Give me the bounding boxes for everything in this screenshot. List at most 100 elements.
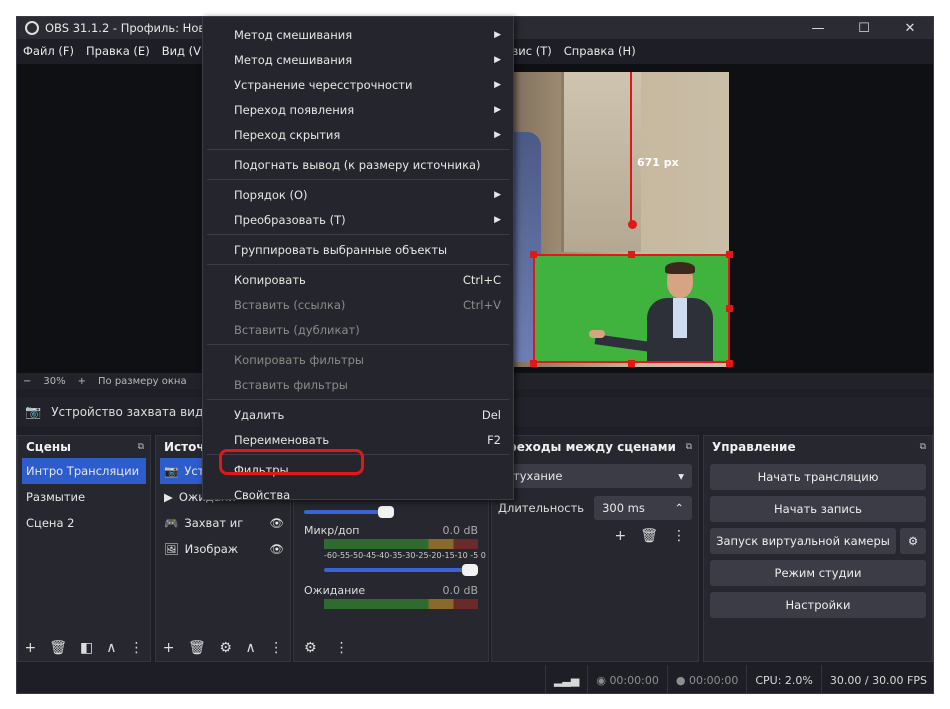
menu-item-paste-ref[interactable]: Вставить (ссылка) Ctrl+V [203, 292, 513, 317]
virtual-camera-button[interactable]: Запуск виртуальной камеры [710, 528, 896, 554]
scene-item[interactable]: Сцена 2 [18, 510, 150, 536]
obs-logo-icon [25, 21, 39, 35]
studio-mode-button[interactable]: Режим студии [710, 560, 926, 586]
scene-item[interactable]: Размытие [18, 484, 150, 510]
source-item[interactable]: 🖼 Изображ 👁 [156, 536, 290, 562]
transitions-dock: ереходы между сценами ⧉ атухание ▾ Длитель… [491, 435, 699, 662]
menu-help[interactable]: Справка (H) [558, 44, 642, 58]
gear-icon[interactable]: ⚙ [304, 640, 317, 656]
close-icon[interactable]: ✕ [887, 17, 933, 39]
undock-icon[interactable]: ⧉ [920, 442, 926, 452]
source-item[interactable]: 🎮 Захват иг 👁 [156, 510, 290, 536]
trash-icon[interactable]: 🗑 [640, 528, 658, 544]
meter-scale: -60-55-50-45-40-35-30-25-20-15-10 -5 0 [324, 551, 486, 560]
stepper-icon[interactable]: ⌃ [674, 501, 684, 515]
zoom-in-button[interactable]: + [72, 376, 92, 387]
menu-item-blend-1[interactable]: Метод смешивания ▶ [203, 22, 513, 47]
add-icon[interactable]: + [614, 528, 626, 544]
channel-label: Ожидание [304, 584, 366, 597]
play-icon: ▶ [164, 490, 173, 504]
menu-item-blend-2[interactable]: Метод смешивания ▶ [203, 47, 513, 72]
fit-window-button[interactable]: По размеру окна [92, 376, 193, 387]
resize-handle-r[interactable] [726, 305, 733, 312]
menu-item-fit-output[interactable]: Подогнать вывод (к размеру источника) [203, 152, 513, 177]
volume-slider[interactable] [304, 506, 394, 518]
video-capture-source[interactable] [533, 254, 730, 363]
menu-item-paste-dup[interactable]: Вставить (дубликат) [203, 317, 513, 342]
chevron-right-icon: ▶ [494, 214, 501, 225]
channel-label: Микр/доп [304, 524, 360, 537]
chevron-down-icon: ▾ [678, 469, 684, 483]
eye-icon[interactable]: 👁 [269, 542, 284, 556]
resize-handle-br[interactable] [726, 360, 733, 367]
menu-edit[interactable]: Правка (E) [80, 44, 156, 58]
resize-handle-tr[interactable] [726, 251, 733, 258]
settings-button[interactable]: Настройки [710, 592, 926, 618]
eye-icon[interactable]: 👁 [269, 516, 284, 530]
add-icon[interactable]: + [163, 640, 175, 656]
menu-item-deinterlace[interactable]: Устранение чересстрочности ▶ [203, 72, 513, 97]
context-menu: Метод смешивания ▶ Метод смешивания ▶ Устр… [202, 16, 514, 502]
duration-field[interactable]: 300 ms ⌃ [594, 496, 692, 520]
controls-dock: Управление ⧉ Начать трансляцию Начать зап… [703, 435, 933, 662]
zoom-out-button[interactable]: − [17, 376, 37, 387]
menu-item-properties[interactable]: Свойства [203, 482, 513, 507]
minimize-icon[interactable]: — [795, 17, 841, 39]
transition-select[interactable]: атухание ▾ [498, 464, 692, 488]
audio-meter [324, 539, 478, 549]
menu-item-delete[interactable]: Удалить Del [203, 402, 513, 427]
menu-file[interactable]: Файл (F) [17, 44, 80, 58]
add-icon[interactable]: + [25, 640, 37, 656]
distance-label: 671 px [637, 156, 679, 169]
fps-display: 30.00 / 30.00 FPS [820, 665, 933, 693]
undock-icon[interactable]: ⧉ [138, 442, 144, 452]
maximize-icon[interactable]: ☐ [841, 17, 887, 39]
camera-icon: 📷 [25, 404, 42, 420]
start-record-button[interactable]: Начать запись [710, 496, 926, 522]
scenes-dock: Сцены ⧉ Интро Трансляции Размытие Сцена 2… [17, 435, 151, 662]
guide-end-handle [628, 220, 637, 229]
chevron-right-icon: ▶ [494, 129, 501, 140]
gear-icon[interactable]: ⚙ [900, 528, 926, 554]
resize-handle-bl[interactable] [530, 360, 537, 367]
chevron-up-icon[interactable]: ∧ [245, 640, 255, 656]
source-name: Устройство захвата видео [51, 405, 218, 419]
gamepad-icon: 🎮 [164, 516, 179, 530]
menu-item-copy-filters[interactable]: Копировать фильтры [203, 347, 513, 372]
menu-item-hide-transition[interactable]: Переход скрытия ▶ [203, 122, 513, 147]
controls-title: Управление [712, 440, 796, 454]
chevron-up-icon[interactable]: ∧ [106, 640, 116, 656]
presenter-figure [643, 262, 713, 361]
resize-handle-t[interactable] [628, 251, 635, 258]
menu-item-paste-filters[interactable]: Вставить фильтры [203, 372, 513, 397]
more-icon[interactable]: ⋮ [335, 640, 349, 656]
channel-db: 0.0 dB [442, 584, 478, 597]
more-icon[interactable]: ⋮ [269, 640, 283, 656]
trash-icon[interactable]: 🗑 [49, 640, 67, 656]
scene-item[interactable]: Интро Трансляции [22, 458, 146, 484]
filter-icon[interactable]: ◧ [80, 640, 93, 656]
undock-icon[interactable]: ⧉ [686, 442, 692, 452]
more-icon[interactable]: ⋮ [672, 528, 686, 544]
gear-icon[interactable]: ⚙ [219, 640, 232, 656]
start-stream-button[interactable]: Начать трансляцию [710, 464, 926, 490]
menu-item-order[interactable]: Порядок (O) ▶ [203, 182, 513, 207]
more-icon[interactable]: ⋮ [130, 640, 144, 656]
chevron-right-icon: ▶ [494, 29, 501, 40]
chevron-right-icon: ▶ [494, 189, 501, 200]
chevron-right-icon: ▶ [494, 79, 501, 90]
resize-handle-b[interactable] [628, 360, 635, 367]
cpu-usage: CPU: 2.0% [746, 665, 821, 693]
trash-icon[interactable]: 🗑 [188, 640, 206, 656]
chevron-right-icon: ▶ [494, 54, 501, 65]
menu-item-copy[interactable]: Копировать Ctrl+C [203, 267, 513, 292]
menu-item-transform[interactable]: Преобразовать (T) ▶ [203, 207, 513, 232]
distance-guide-line [630, 72, 632, 224]
menu-item-group[interactable]: Группировать выбранные объекты [203, 237, 513, 262]
volume-slider[interactable] [324, 564, 478, 576]
menu-item-show-transition[interactable]: Переход появления ▶ [203, 97, 513, 122]
stream-status: ◉ 00:00:00 [587, 665, 667, 693]
resize-handle-tl[interactable] [530, 251, 537, 258]
image-icon: 🖼 [164, 542, 179, 556]
presenter-hand [589, 330, 605, 338]
